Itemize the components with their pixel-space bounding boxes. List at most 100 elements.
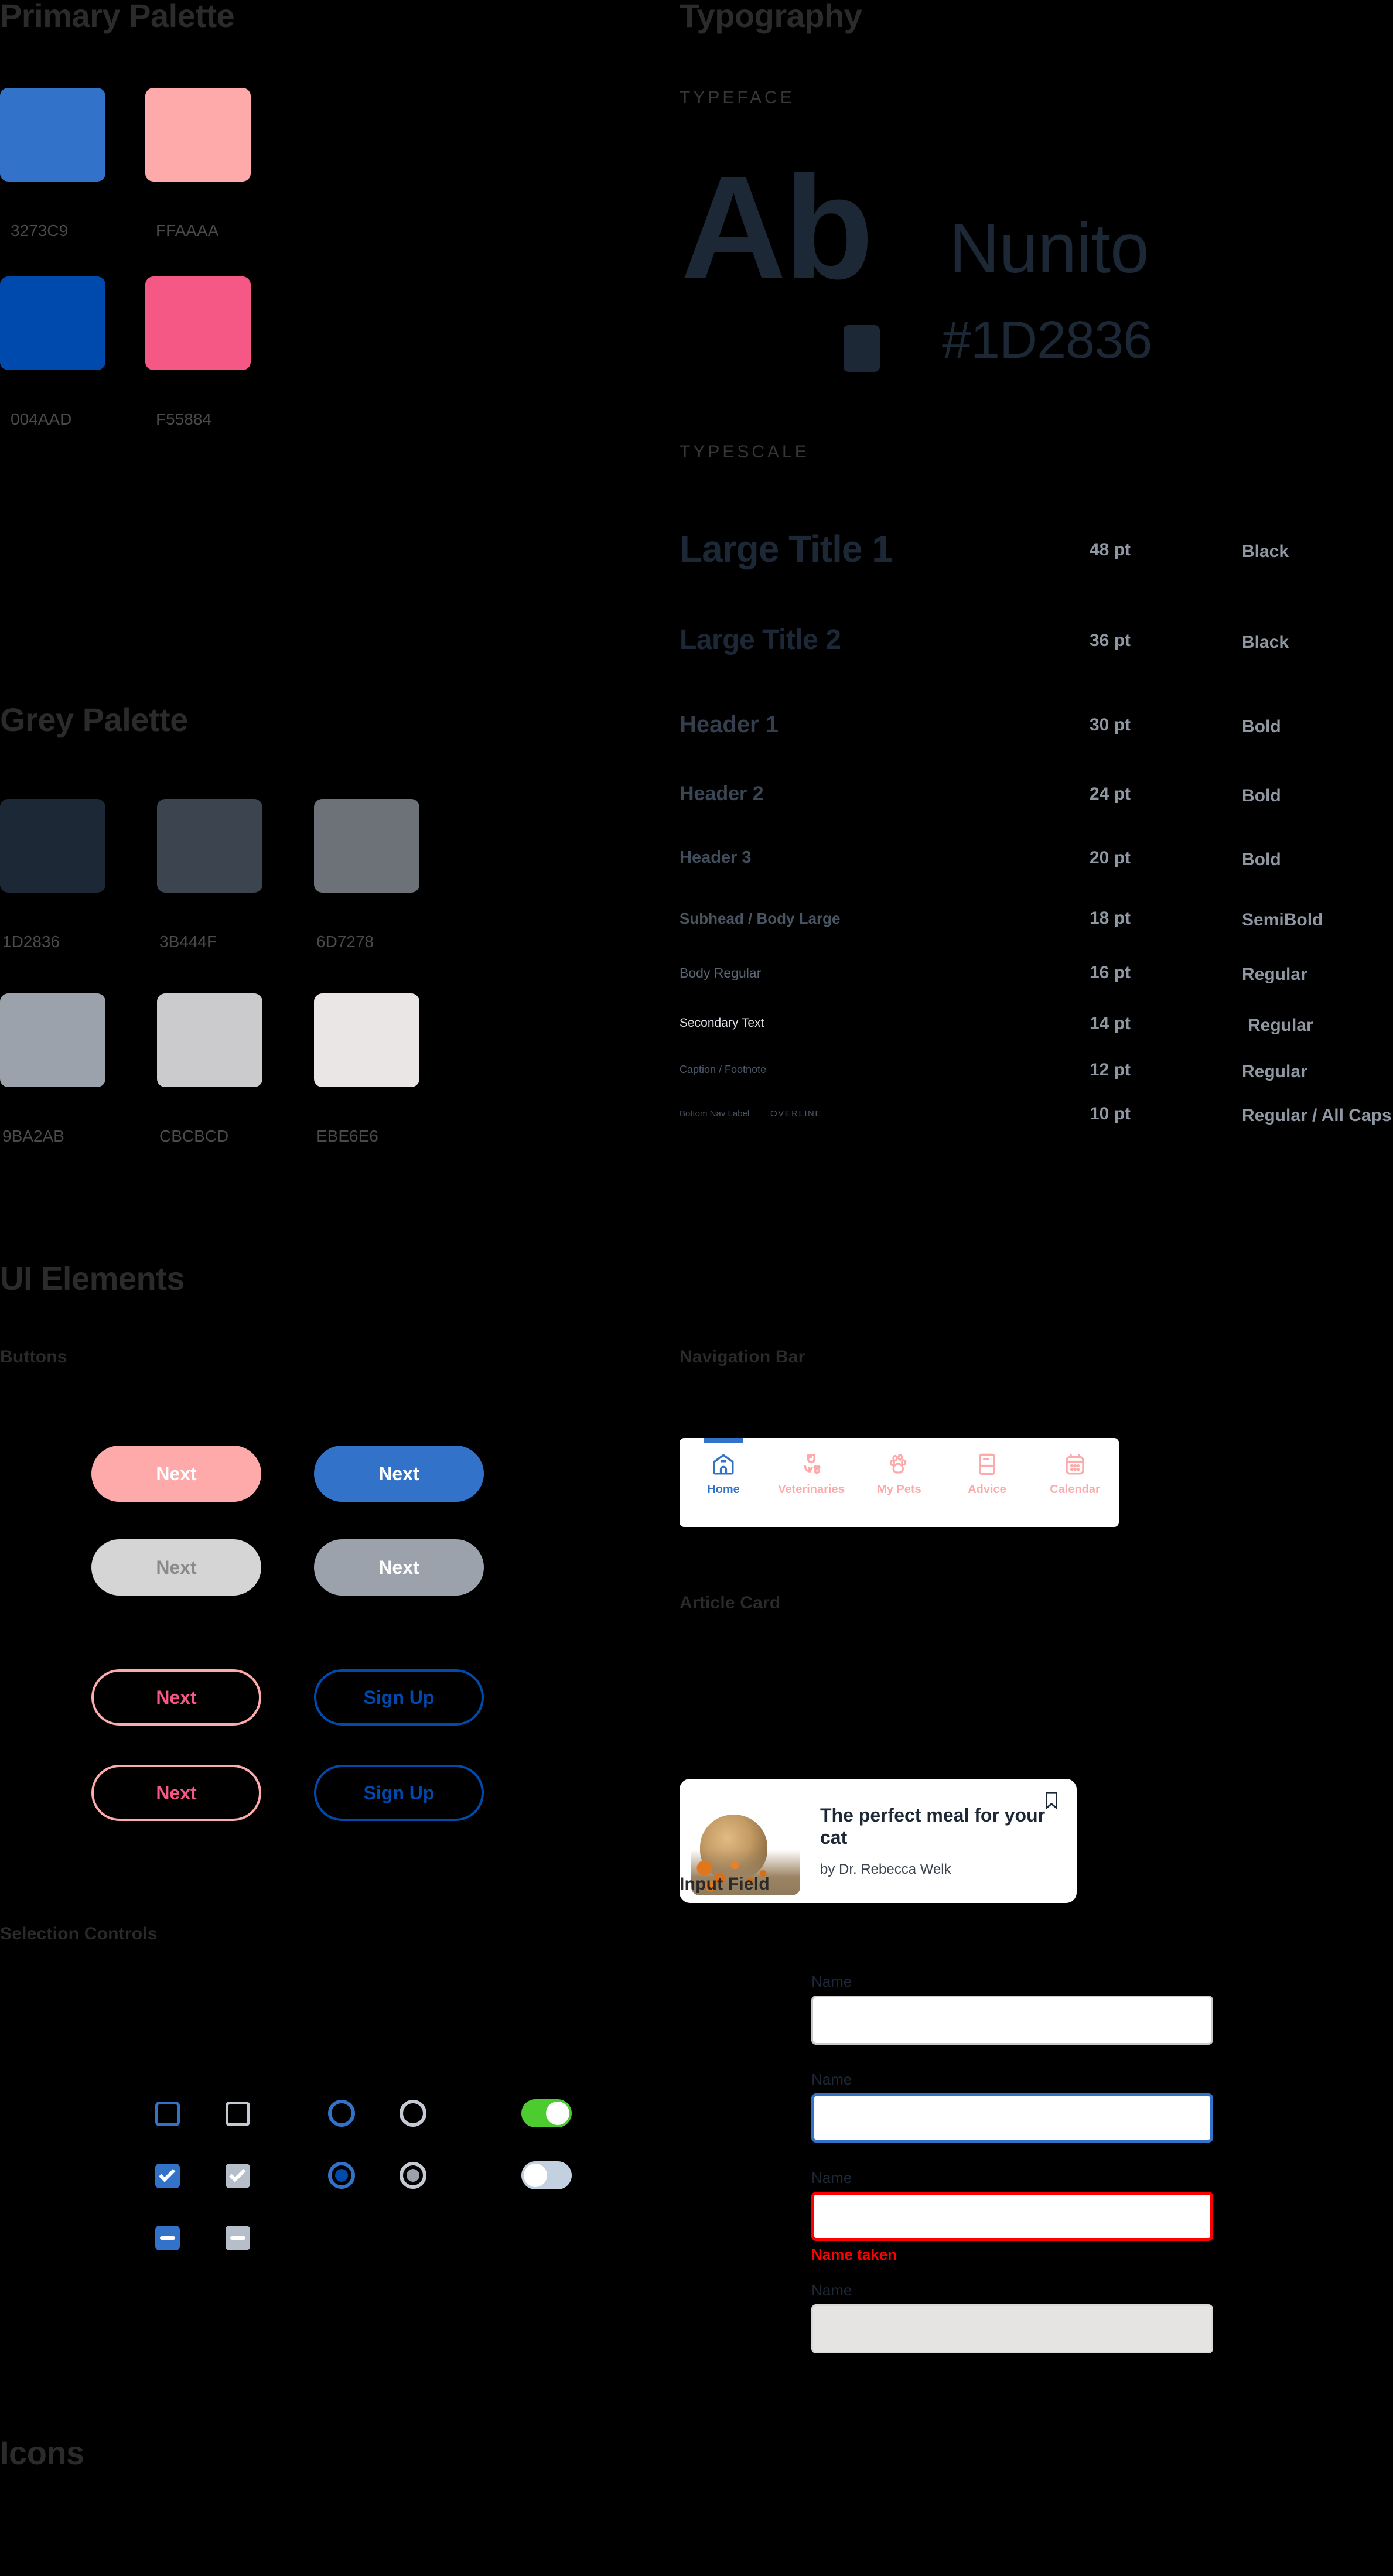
signup-button-outline-blue-alt[interactable]: Sign Up — [314, 1765, 484, 1821]
buttons-subheading: Buttons — [0, 1347, 67, 1366]
article-card-subheading: Article Card — [680, 1593, 781, 1612]
bookmark-icon[interactable] — [1042, 1791, 1061, 1813]
color-swatch — [0, 799, 105, 893]
radio-dot — [407, 2169, 419, 2182]
typeface-glyph-sample: Ab — [681, 146, 873, 309]
color-swatch — [314, 993, 419, 1087]
radio-unselected-disabled — [400, 2100, 426, 2127]
typescale-weight: Regular — [1248, 1016, 1313, 1035]
checkbox-unchecked-disabled — [226, 2102, 250, 2126]
button-label: Next — [156, 1556, 197, 1578]
calendar-icon — [1063, 1452, 1087, 1480]
next-button-outline-pink-alt[interactable]: Next — [91, 1765, 261, 1821]
toggle-off[interactable] — [521, 2161, 572, 2189]
radio-dot — [335, 2169, 348, 2182]
typeface-name: Nunito — [949, 209, 1149, 288]
typeface-color-chip — [844, 325, 880, 372]
color-swatch-label: 6D7278 — [316, 932, 374, 951]
nav-label: Veterinaries — [778, 1483, 845, 1496]
typescale-size: 18 pt — [1090, 908, 1131, 928]
name-input-focused[interactable] — [811, 2093, 1213, 2143]
typescale-size: 14 pt — [1090, 1014, 1131, 1033]
nav-active-indicator — [704, 1438, 743, 1443]
typescale-sample: Caption / Footnote — [680, 1064, 767, 1075]
color-swatch — [0, 88, 105, 182]
toggle-on[interactable] — [521, 2099, 572, 2127]
typescale-weight: Bold — [1242, 786, 1281, 805]
radio-selected[interactable] — [328, 2162, 355, 2189]
check-icon — [159, 2165, 176, 2182]
typescale-size: 16 pt — [1090, 963, 1131, 982]
checkbox-checked[interactable] — [155, 2164, 180, 2188]
next-button-disabled-slate[interactable]: Next — [314, 1539, 484, 1596]
typography-heading: Typography — [680, 0, 862, 34]
home-icon — [711, 1452, 736, 1480]
typescale-size: 36 pt — [1090, 631, 1131, 650]
typescale-sample: Header 1 — [680, 712, 779, 737]
button-label: Sign Up — [363, 1686, 435, 1708]
color-swatch-label: CBCBCD — [159, 1127, 229, 1145]
next-button-outline-pink[interactable]: Next — [91, 1669, 261, 1726]
checkbox-indeterminate[interactable] — [155, 2226, 180, 2250]
nav-item-home[interactable]: Home — [680, 1438, 767, 1497]
input-group-disabled: Name — [811, 2281, 1213, 2353]
input-error-message: Name taken — [811, 2246, 897, 2263]
nav-label: My Pets — [877, 1483, 921, 1496]
typescale-sample: Body Regular — [680, 965, 762, 980]
checkbox-indeterminate-disabled — [226, 2226, 250, 2250]
navigation-bar-subheading: Navigation Bar — [680, 1347, 805, 1366]
toggle-knob — [546, 2102, 569, 2125]
typeface-subheading: TYPEFACE — [680, 88, 795, 107]
typescale-weight: Black — [1242, 633, 1289, 652]
signup-button-outline-blue[interactable]: Sign Up — [314, 1669, 484, 1726]
next-button-filled-pink[interactable]: Next — [91, 1446, 261, 1502]
typescale-size: 48 pt — [1090, 540, 1131, 559]
typescale-sample: Header 3 — [680, 848, 752, 867]
icons-heading: Icons — [0, 2434, 84, 2471]
button-label: Next — [156, 1782, 197, 1803]
button-label: Next — [378, 1463, 419, 1484]
button-label: Next — [378, 1556, 419, 1578]
typescale-weight: Bold — [1242, 850, 1281, 869]
color-swatch — [157, 799, 262, 893]
color-swatch — [145, 276, 251, 370]
typescale-size: 12 pt — [1090, 1060, 1131, 1079]
radio-unselected[interactable] — [328, 2100, 355, 2127]
checkbox-unchecked[interactable] — [155, 2102, 180, 2126]
style-guide-canvas: Primary Palette 3273C9 FFAAAA 004AAD F55… — [0, 0, 1393, 2576]
typescale-weight: SemiBold — [1242, 910, 1323, 930]
input-label: Name — [811, 2281, 852, 2299]
input-field-subheading: Input Field — [680, 1874, 770, 1894]
dash-icon — [160, 2236, 175, 2240]
article-title: The perfect meal for your cat — [820, 1804, 1046, 1848]
typescale-sample: Bottom Nav Label — [680, 1109, 750, 1119]
color-swatch-label: 1D2836 — [2, 932, 60, 951]
color-swatch — [157, 993, 262, 1087]
next-button-disabled-light[interactable]: Next — [91, 1539, 261, 1596]
dash-icon — [230, 2236, 245, 2240]
veterinary-icon — [799, 1452, 824, 1480]
typescale-weight: Regular — [1242, 965, 1307, 984]
name-input-default[interactable] — [811, 1996, 1213, 2045]
nav-item-veterinaries[interactable]: Veterinaries — [767, 1438, 855, 1497]
color-swatch — [145, 88, 251, 182]
typescale-size: 30 pt — [1090, 715, 1131, 734]
color-swatch-label: 9BA2AB — [2, 1127, 64, 1145]
button-label: Sign Up — [363, 1782, 435, 1803]
nav-item-calendar[interactable]: Calendar — [1031, 1438, 1119, 1497]
typescale-sample: Secondary Text — [680, 1016, 764, 1030]
next-button-filled-blue[interactable]: Next — [314, 1446, 484, 1502]
typescale-weight: Regular — [1242, 1062, 1307, 1081]
color-swatch — [0, 276, 105, 370]
typescale-size: 20 pt — [1090, 848, 1131, 867]
name-input-error[interactable] — [811, 2192, 1213, 2241]
input-label: Name — [811, 2071, 852, 2088]
nav-label: Advice — [968, 1483, 1006, 1496]
checkbox-checked-disabled — [226, 2164, 250, 2188]
input-group-error: Name Name taken — [811, 2169, 1213, 2264]
typescale-weight: Regular / All Caps — [1242, 1106, 1392, 1125]
button-label: Next — [156, 1463, 197, 1484]
typescale-weight: Black — [1242, 542, 1289, 561]
nav-item-my-pets[interactable]: My Pets — [855, 1438, 943, 1497]
nav-item-advice[interactable]: Advice — [943, 1438, 1031, 1497]
